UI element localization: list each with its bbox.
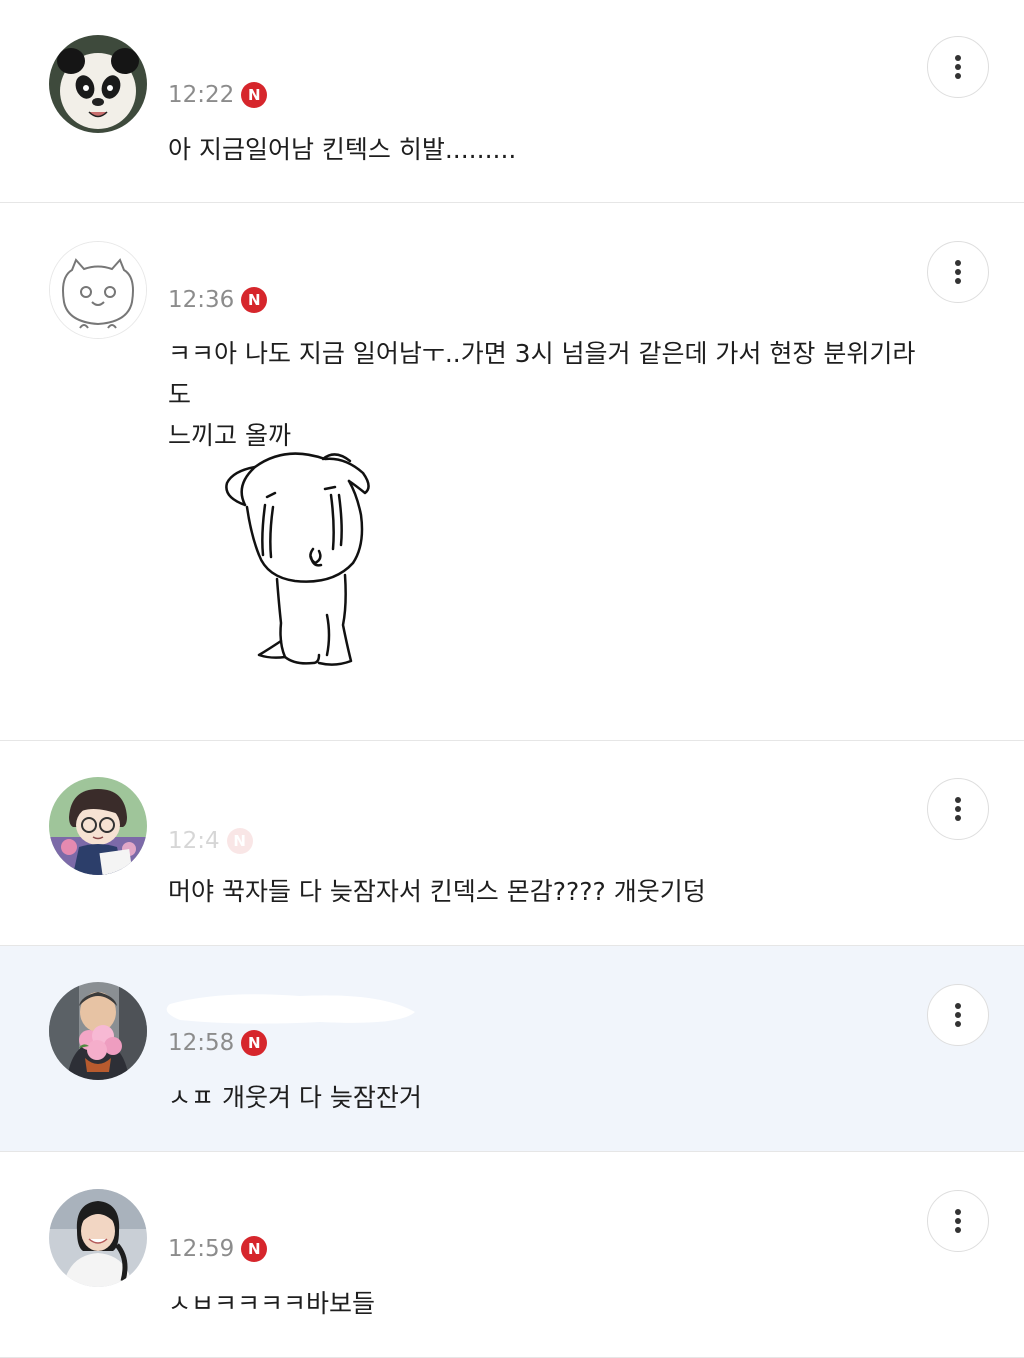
new-badge-icon: N (241, 287, 268, 313)
comment-text: ㅋㅋ아 나도 지금 일어남ㅜ..가면 3시 넘을거 같은데 가서 현장 분위기라… (168, 339, 916, 450)
comment-text: ㅅㅍ 개웃겨 다 늦잠잔거 (168, 1083, 422, 1112)
comment-meta: 12:22 N (168, 80, 268, 110)
comment-item: 12:36 N ㅋㅋ아 나도 지금 일어남ㅜ..가면 3시 넘을거 같은데 가서… (0, 203, 1024, 741)
more-options-button[interactable] (927, 778, 989, 840)
comment-time: 12:36 (168, 287, 235, 313)
comment-text: 머야 꾹자들 다 늦잠자서 킨덱스 몬감???? 개웃기덩 (168, 877, 706, 906)
more-vertical-icon (955, 1003, 961, 1027)
comment-item: 12:59 N ㅅㅂㅋㅋㅋㅋ바보들 (0, 1152, 1024, 1358)
comment-meta: 12:36 N (168, 285, 268, 315)
comment-text: 아 지금일어남 킨텍스 히발......... (168, 135, 517, 164)
comment-meta: 12:58 N (168, 1028, 268, 1058)
comment-item: 12:22 N 아 지금일어남 킨텍스 히발......... (0, 0, 1024, 203)
comment-text: ㅅㅂㅋㅋㅋㅋ바보들 (168, 1289, 376, 1318)
smiling-woman-avatar[interactable] (49, 1189, 147, 1287)
new-badge-icon: N (241, 82, 268, 108)
more-vertical-icon (955, 1209, 961, 1233)
comment-time: 12:22 (168, 82, 235, 108)
more-vertical-icon (955, 797, 961, 821)
more-options-button[interactable] (927, 36, 989, 98)
comment-meta: 12:4 N (168, 826, 253, 856)
comment-item: 12:4 N 머야 꾹자들 다 늦잠자서 킨덱스 몬감???? 개웃기덩 (0, 741, 1024, 946)
new-badge-icon: N (241, 1236, 268, 1262)
comment-item-highlighted: 12:58 N ㅅㅍ 개웃겨 다 늦잠잔거 (0, 946, 1024, 1152)
glasses-character-avatar[interactable] (49, 777, 147, 875)
crying-puppy-sticker (215, 445, 385, 675)
more-options-button[interactable] (927, 1190, 989, 1252)
comment-time: 12:59 (168, 1236, 235, 1262)
comment-meta: 12:59 N (168, 1234, 268, 1264)
new-badge-icon: N (241, 1030, 268, 1056)
more-vertical-icon (955, 260, 961, 284)
more-options-button[interactable] (927, 241, 989, 303)
new-badge-icon: N (226, 828, 253, 854)
comment-time: 12:58 (168, 1030, 235, 1056)
more-options-button[interactable] (927, 984, 989, 1046)
panda-avatar[interactable] (49, 35, 147, 133)
flower-person-avatar[interactable] (49, 982, 147, 1080)
cat-drawing-avatar[interactable] (49, 241, 147, 339)
more-vertical-icon (955, 55, 961, 79)
comment-time: 12:4 (168, 828, 220, 854)
